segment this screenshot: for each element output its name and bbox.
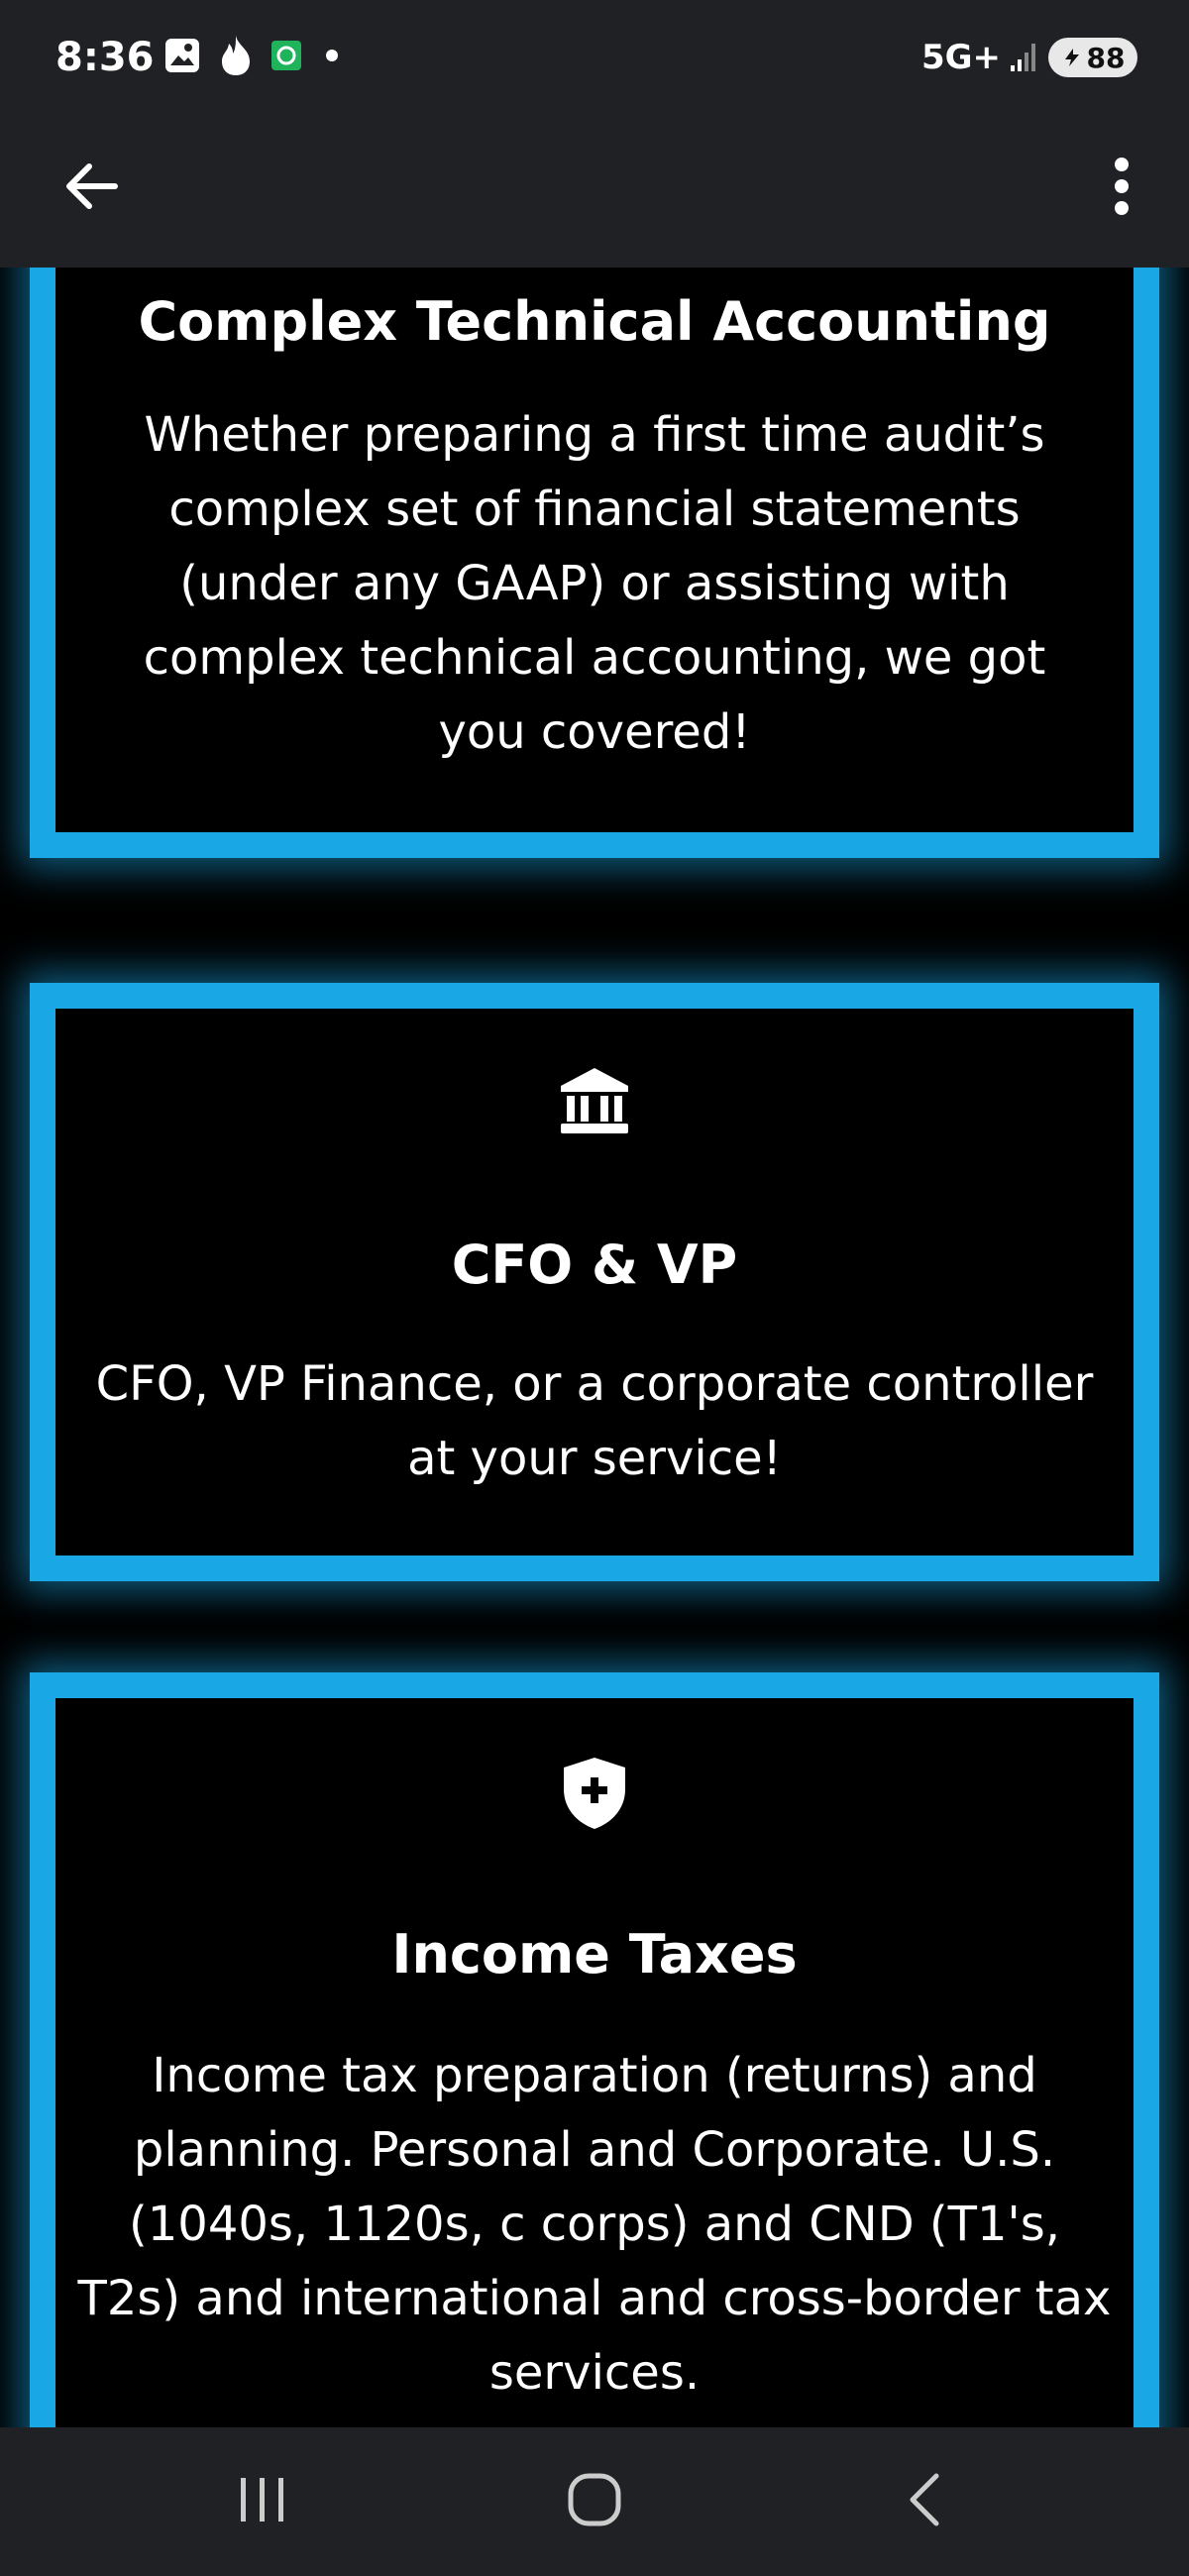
card-description: Whether preparing a first time audit’s c… (143, 407, 1046, 760)
recents-button[interactable] (208, 2457, 317, 2546)
recents-icon (233, 2470, 292, 2533)
service-card-income-taxes: Income Taxes Income tax preparation (ret… (30, 1672, 1159, 2427)
back-button[interactable] (52, 149, 131, 228)
more-vert-icon (1112, 157, 1132, 220)
more-options-button[interactable] (1092, 149, 1151, 228)
bank-icon (557, 1066, 632, 1141)
screen: 8:36 5G+ 88 Complex Technical Accounting… (0, 0, 1189, 2576)
system-back-button[interactable] (872, 2457, 981, 2546)
status-time: 8:36 (55, 35, 155, 80)
card-description: Income tax preparation (returns) and pla… (77, 2048, 1112, 2401)
dot-icon (317, 41, 347, 74)
card-title: Complex Technical Accounting (138, 290, 1051, 353)
shield-plus-icon (560, 1756, 629, 1835)
status-bar: 8:36 5G+ 88 (0, 0, 1189, 109)
home-button[interactable] (540, 2457, 649, 2546)
card-description: CFO, VP Finance, or a corporate controll… (95, 1356, 1094, 1486)
network-label: 5G+ (920, 38, 1001, 77)
system-nav-bar (0, 2427, 1189, 2576)
back-icon (897, 2470, 956, 2533)
page-content[interactable]: Complex Technical Accounting Whether pre… (0, 268, 1189, 2427)
service-card-cfo-vp: CFO & VP CFO, VP Finance, or a corporate… (30, 983, 1159, 1581)
service-card-technical-accounting: Complex Technical Accounting Whether pre… (30, 268, 1159, 858)
arrow-left-icon (61, 157, 121, 220)
home-icon (565, 2470, 624, 2533)
status-icons-right: 5G+ 88 (921, 34, 1137, 81)
card-title: Income Taxes (391, 1923, 798, 1986)
chat-app-icon (270, 39, 303, 76)
gallery-icon (162, 36, 202, 79)
card-title: CFO & VP (451, 1234, 738, 1296)
battery-level: 88 (1086, 41, 1126, 74)
battery-icon: 88 (1048, 38, 1137, 77)
signal-icon (1009, 38, 1040, 77)
status-icons-left (162, 36, 347, 79)
app-bar (0, 109, 1189, 268)
flame-icon (216, 34, 256, 81)
